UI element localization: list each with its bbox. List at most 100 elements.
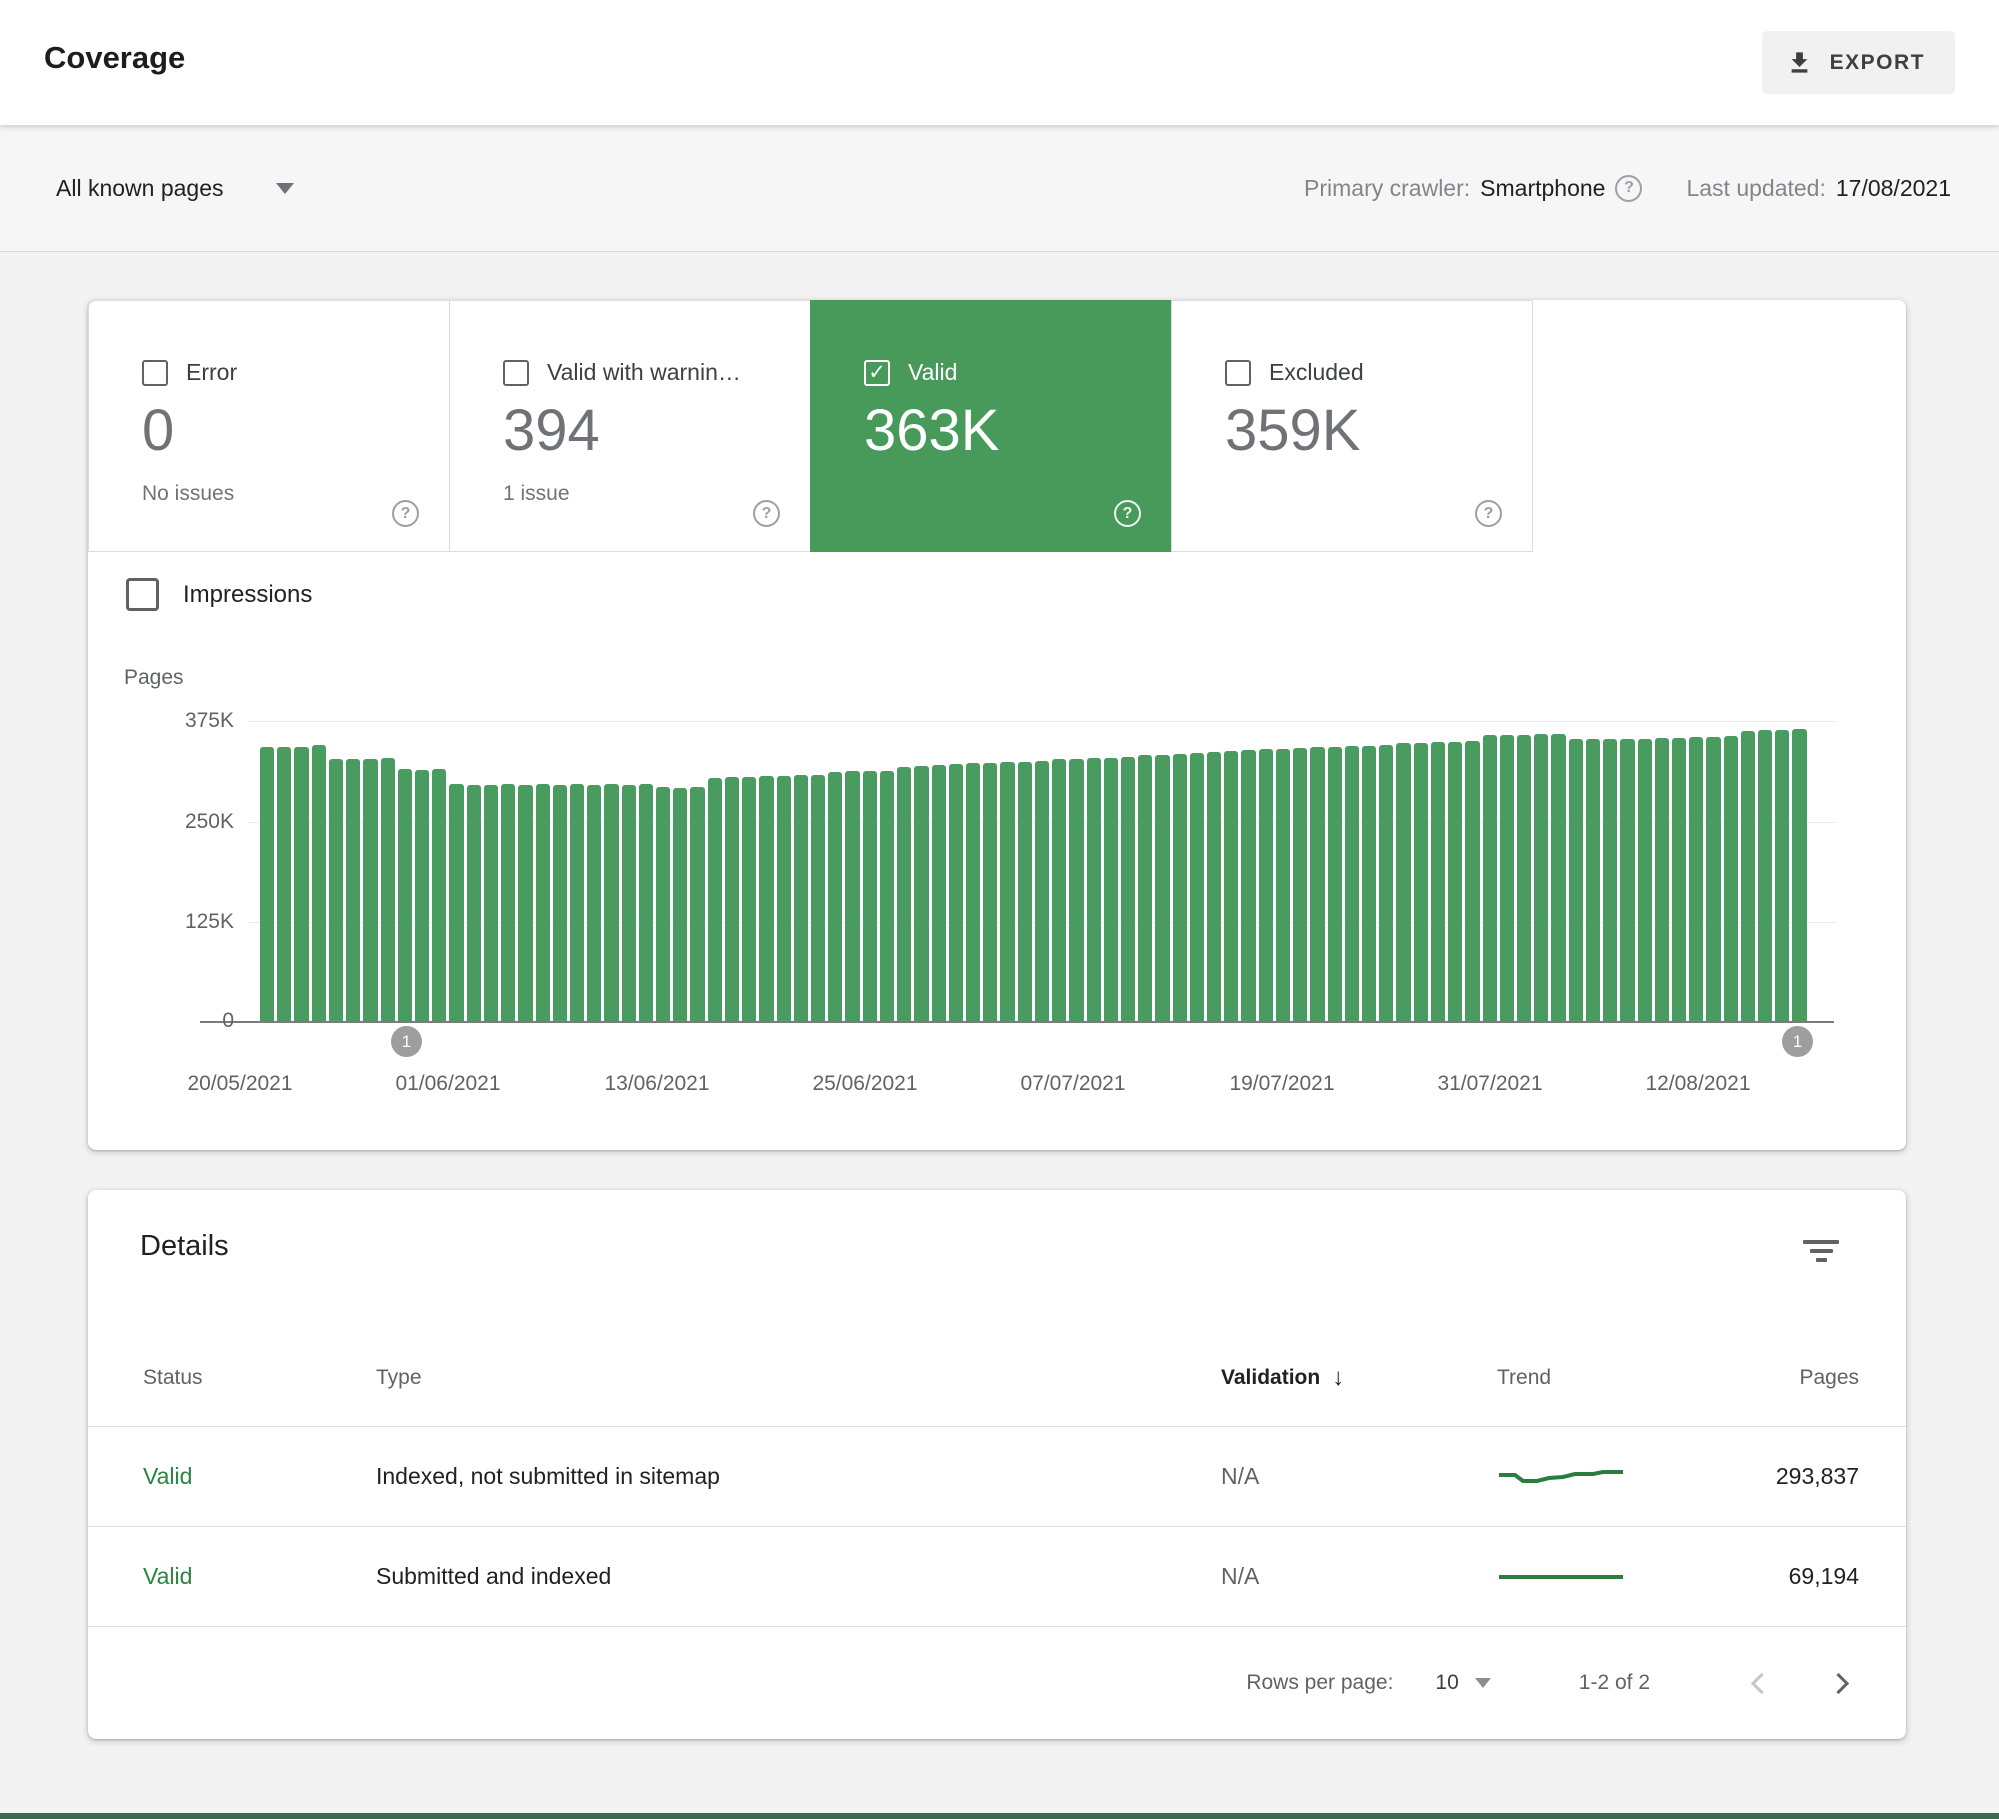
help-icon[interactable]: ? xyxy=(1615,175,1642,202)
chart-bar[interactable] xyxy=(966,763,980,1021)
table-row[interactable]: Valid Submitted and indexed N/A 69,194 xyxy=(88,1527,1906,1627)
chart-bar[interactable] xyxy=(1689,737,1703,1021)
chart-bar[interactable] xyxy=(1775,730,1789,1021)
chart-bar[interactable] xyxy=(449,784,463,1021)
chart-bar[interactable] xyxy=(1173,754,1187,1021)
chart-bar[interactable] xyxy=(690,787,704,1021)
chart-bar[interactable] xyxy=(1310,747,1324,1021)
status-card-valid[interactable]: ✓ Valid 363K ? xyxy=(810,300,1172,552)
chart-bar[interactable] xyxy=(1224,751,1238,1021)
next-page-icon[interactable] xyxy=(1828,1672,1849,1693)
help-icon[interactable]: ? xyxy=(753,500,780,527)
chart-bar[interactable] xyxy=(1758,730,1772,1021)
previous-page-icon[interactable] xyxy=(1751,1672,1772,1693)
chart-bar[interactable] xyxy=(673,788,687,1021)
chart-bar[interactable] xyxy=(294,747,308,1021)
chart-bar[interactable] xyxy=(1706,737,1720,1021)
chart-bar[interactable] xyxy=(794,775,808,1021)
chart-bar[interactable] xyxy=(1104,758,1118,1021)
chart-bar[interactable] xyxy=(1655,738,1669,1021)
chart-bar[interactable] xyxy=(1414,743,1428,1021)
chart-bar[interactable] xyxy=(1396,743,1410,1021)
chart-bar[interactable] xyxy=(639,784,653,1021)
chart-bar[interactable] xyxy=(1293,748,1307,1021)
chart-bar[interactable] xyxy=(1379,745,1393,1021)
chart-bar[interactable] xyxy=(1121,757,1135,1021)
chart-bar[interactable] xyxy=(1620,739,1634,1021)
chart-bar[interactable] xyxy=(932,765,946,1021)
impressions-checkbox[interactable] xyxy=(126,578,159,611)
chart-bar[interactable] xyxy=(863,771,877,1021)
chart-bar[interactable] xyxy=(828,772,842,1021)
chart-bar[interactable] xyxy=(1603,739,1617,1021)
chart-bar[interactable] xyxy=(1035,761,1049,1021)
chart-bar[interactable] xyxy=(312,745,326,1021)
valid-checkbox-checked[interactable]: ✓ xyxy=(864,360,890,386)
chart-bar[interactable] xyxy=(1672,738,1686,1021)
chart-bar[interactable] xyxy=(553,785,567,1021)
error-checkbox[interactable] xyxy=(142,360,168,386)
chart-bar[interactable] xyxy=(1207,752,1221,1021)
scope-dropdown[interactable]: All known pages xyxy=(56,125,294,251)
chart-bar[interactable] xyxy=(1259,749,1273,1021)
rows-per-page-caret-icon[interactable] xyxy=(1475,1678,1491,1688)
filter-list-icon[interactable] xyxy=(1802,1240,1840,1266)
excluded-checkbox[interactable] xyxy=(1225,360,1251,386)
chart-bar[interactable] xyxy=(1483,735,1497,1021)
chart-bar[interactable] xyxy=(777,776,791,1021)
status-card-error[interactable]: Error 0 No issues ? xyxy=(88,300,450,552)
chart-bar[interactable] xyxy=(277,747,291,1021)
status-card-valid-warning[interactable]: Valid with warnin… 394 1 issue ? xyxy=(449,300,811,552)
export-button[interactable]: EXPORT xyxy=(1762,31,1955,94)
chart-bar[interactable] xyxy=(983,763,997,1021)
chart-bar[interactable] xyxy=(570,784,584,1021)
chart-bar[interactable] xyxy=(363,759,377,1021)
chart-bar[interactable] xyxy=(949,764,963,1021)
chart-bar[interactable] xyxy=(467,785,481,1021)
chart-bar[interactable] xyxy=(604,784,618,1021)
chart-bar[interactable] xyxy=(1586,739,1600,1021)
chart-bar[interactable] xyxy=(622,785,636,1021)
chart-bar[interactable] xyxy=(1155,755,1169,1021)
chart-bar[interactable] xyxy=(346,759,360,1021)
chart-bar[interactable] xyxy=(398,769,412,1021)
chart-bar[interactable] xyxy=(845,771,859,1021)
chart-bar[interactable] xyxy=(587,785,601,1021)
chart-bar[interactable] xyxy=(1534,734,1548,1021)
chart-bar[interactable] xyxy=(1345,746,1359,1021)
chart-bar[interactable] xyxy=(1138,755,1152,1021)
chart-bar[interactable] xyxy=(1724,736,1738,1021)
help-icon[interactable]: ? xyxy=(1475,500,1502,527)
chart-bar[interactable] xyxy=(1018,762,1032,1021)
chart-bar[interactable] xyxy=(329,759,343,1021)
chart-bar[interactable] xyxy=(536,784,550,1021)
chart-bar[interactable] xyxy=(1276,749,1290,1021)
status-card-excluded[interactable]: Excluded 359K ? xyxy=(1171,300,1533,552)
chart-bar[interactable] xyxy=(1465,741,1479,1021)
chart-bar[interactable] xyxy=(742,777,756,1021)
chart-bar[interactable] xyxy=(1448,742,1462,1021)
chart-annotation-marker[interactable]: 1 xyxy=(1782,1026,1813,1057)
chart-bar[interactable] xyxy=(1569,739,1583,1021)
help-icon[interactable]: ? xyxy=(1114,500,1141,527)
chart-bar[interactable] xyxy=(1241,750,1255,1021)
chart-annotation-marker[interactable]: 1 xyxy=(391,1026,422,1057)
chart-bar[interactable] xyxy=(1052,759,1066,1021)
chart-bar[interactable] xyxy=(1792,729,1806,1021)
chart-bar[interactable] xyxy=(1551,734,1565,1021)
chart-bar[interactable] xyxy=(914,766,928,1021)
chart-bar[interactable] xyxy=(1328,747,1342,1021)
chart-bar[interactable] xyxy=(1517,735,1531,1021)
chart-bar[interactable] xyxy=(880,771,894,1021)
chart-bar[interactable] xyxy=(1638,739,1652,1021)
chart-bar[interactable] xyxy=(518,785,532,1021)
chart-bar[interactable] xyxy=(1000,762,1014,1021)
chart-bar[interactable] xyxy=(1431,742,1445,1021)
help-icon[interactable]: ? xyxy=(392,500,419,527)
chart-bar[interactable] xyxy=(381,758,395,1021)
chart-bar[interactable] xyxy=(501,784,515,1021)
chart-bar[interactable] xyxy=(1362,746,1376,1021)
chart-bar[interactable] xyxy=(708,778,722,1021)
chart-bar[interactable] xyxy=(725,777,739,1021)
chart-bar[interactable] xyxy=(484,785,498,1021)
